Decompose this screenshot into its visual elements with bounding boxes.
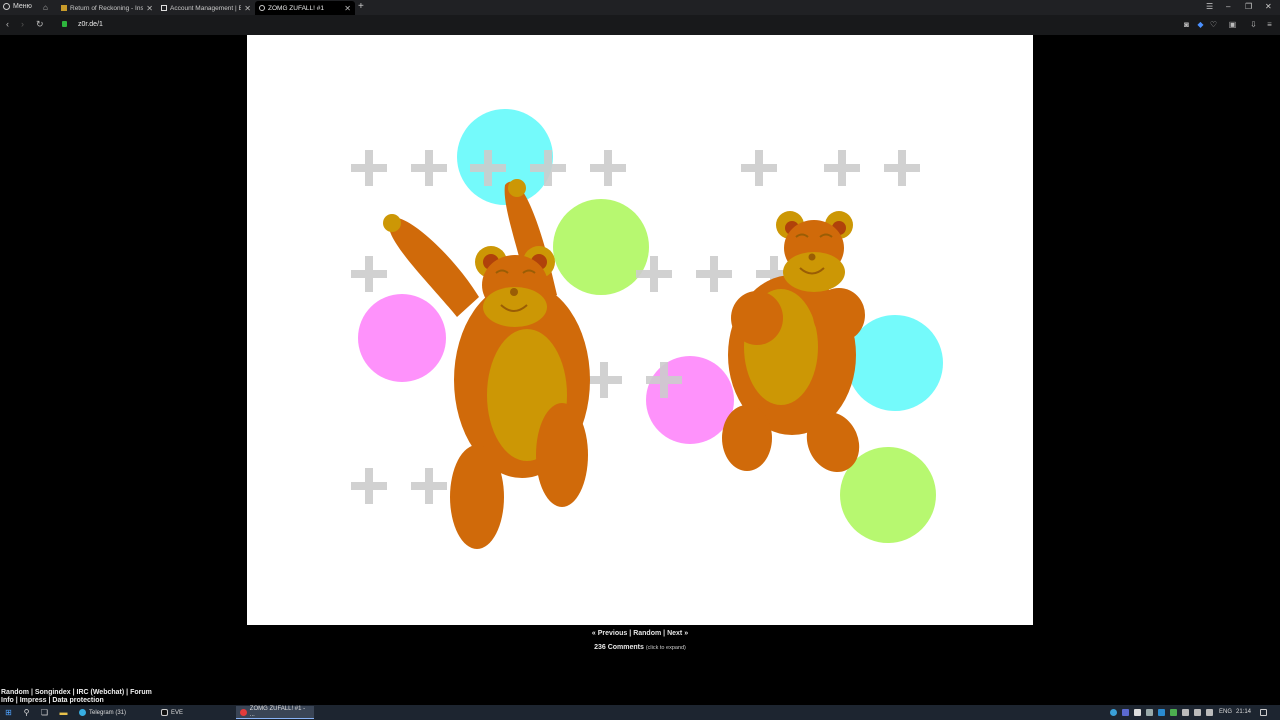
tab-return-of-reckoning[interactable]: Return of Reckoning - Insi ✕ xyxy=(57,1,157,15)
extension-icon[interactable]: ▣ xyxy=(1228,20,1237,29)
footer-irc-link[interactable]: IRC (Webchat) xyxy=(77,689,125,696)
task-view-icon[interactable]: ❏ xyxy=(40,708,49,717)
minimize-icon[interactable]: – xyxy=(1226,2,1230,11)
lock-icon xyxy=(62,21,67,27)
pagination: « Previous | Random | Next » xyxy=(0,630,1280,637)
tray-app-icon[interactable] xyxy=(1146,709,1153,716)
footer-songindex-link[interactable]: Songindex xyxy=(35,689,71,696)
vpn-shield-icon[interactable]: ◆ xyxy=(1196,20,1205,29)
reload-icon[interactable]: ↻ xyxy=(36,20,44,29)
address-bar: ‹ › ↻ z0r.de/1 ◙ ◆ ♡ ▣ ⇩ ≡ xyxy=(0,15,1280,35)
tray-app-icon[interactable] xyxy=(1182,709,1189,716)
taskbar-app-browser[interactable]: ZOMG ZUFALL! #1 - ... xyxy=(236,706,314,719)
telegram-icon xyxy=(79,709,86,716)
close-tab-icon[interactable]: ✕ xyxy=(344,4,351,13)
browser-menu-button[interactable]: Меню xyxy=(3,3,32,10)
tab-bar: Меню ⌂ Return of Reckoning - Insi ✕ Acco… xyxy=(0,0,1280,15)
taskbar-app-label: ZOMG ZUFALL! #1 - ... xyxy=(249,706,306,718)
previous-link[interactable]: « Previous xyxy=(592,630,627,637)
tab-favicon-icon xyxy=(61,5,67,11)
windows-start-icon[interactable]: ⊞ xyxy=(4,708,13,717)
tab-account-management[interactable]: Account Management | EV ✕ xyxy=(157,1,255,15)
tab-zomg-zufall[interactable]: ZOMG ZUFALL! #1 ✕ xyxy=(255,1,355,15)
camera-icon[interactable]: ◙ xyxy=(1182,20,1191,29)
cyan-circle xyxy=(847,315,943,411)
tab-menu-icon[interactable]: ☰ xyxy=(1206,2,1213,11)
windows-taskbar: ⊞ ⚲ ❏ ▬ Telegram (31) EVE ZOMG ZUFALL! #… xyxy=(0,705,1280,720)
footer-links: Random | Songindex | IRC (Webchat) | For… xyxy=(1,689,152,704)
forward-icon[interactable]: › xyxy=(21,20,24,29)
clock[interactable]: 21:14 xyxy=(1236,709,1251,715)
file-explorer-icon[interactable]: ▬ xyxy=(59,708,68,717)
gamepad-icon[interactable]: ⌂ xyxy=(43,3,48,12)
tab-title: Account Management | EV xyxy=(170,4,242,12)
footer-random-link[interactable]: Random xyxy=(1,689,29,696)
heart-icon[interactable]: ♡ xyxy=(1209,20,1218,29)
tab-favicon-icon xyxy=(161,5,167,11)
separator: | xyxy=(629,630,632,637)
taskbar-app-eve[interactable]: EVE xyxy=(157,706,235,719)
tray-app-icon[interactable] xyxy=(1122,709,1129,716)
back-icon[interactable]: ‹ xyxy=(6,20,9,29)
eve-icon xyxy=(161,709,168,716)
network-icon[interactable] xyxy=(1194,709,1201,716)
opera-logo-icon xyxy=(3,3,10,10)
restore-icon[interactable]: ❐ xyxy=(1245,2,1252,11)
comments-count[interactable]: 236 Comments xyxy=(594,644,644,651)
tray-app-icon[interactable] xyxy=(1134,709,1141,716)
tab-title: ZOMG ZUFALL! #1 xyxy=(268,4,324,12)
tray-app-icon[interactable] xyxy=(1170,709,1177,716)
animation-frame[interactable] xyxy=(247,35,1033,625)
taskbar-app-label: Telegram (31) xyxy=(89,709,127,716)
volume-icon[interactable] xyxy=(1206,709,1213,716)
tab-title: Return of Reckoning - Insi xyxy=(70,4,144,12)
tray-app-icon[interactable] xyxy=(1110,709,1117,716)
taskbar-app-label: EVE xyxy=(171,709,184,716)
download-icon[interactable]: ⇩ xyxy=(1249,20,1258,29)
footer-forum-link[interactable]: Forum xyxy=(130,689,152,696)
search-icon[interactable]: ⚲ xyxy=(22,708,31,717)
random-link[interactable]: Random xyxy=(633,630,661,637)
close-tab-icon[interactable]: ✕ xyxy=(244,4,251,13)
pink-circle xyxy=(646,356,734,444)
tab-favicon-icon xyxy=(259,5,265,11)
green-circle xyxy=(553,199,649,295)
language-indicator[interactable]: ENG xyxy=(1219,709,1232,715)
tray-app-icon[interactable] xyxy=(1158,709,1165,716)
footer-impress-link[interactable]: Impress xyxy=(20,697,47,704)
opera-icon xyxy=(240,708,247,716)
menu-label: Меню xyxy=(13,3,32,10)
easy-setup-icon[interactable]: ≡ xyxy=(1265,20,1274,29)
footer-info-link[interactable]: Info xyxy=(1,697,14,704)
close-tab-icon[interactable]: ✕ xyxy=(146,4,153,13)
url-field[interactable]: z0r.de/1 xyxy=(78,21,103,28)
animation-canvas xyxy=(351,109,943,549)
comments-hint: (click to expand) xyxy=(645,645,686,651)
footer-data-protection-link[interactable]: Data protection xyxy=(52,697,103,704)
separator: | xyxy=(663,630,666,637)
next-link[interactable]: Next » xyxy=(667,630,688,637)
new-tab-button[interactable]: + xyxy=(358,1,364,12)
right-bear xyxy=(722,211,865,473)
close-window-icon[interactable]: ✕ xyxy=(1265,2,1272,11)
comments-toggle[interactable]: 236 Comments (click to expand) xyxy=(0,644,1280,651)
pink-circle xyxy=(358,294,446,382)
notifications-icon[interactable] xyxy=(1260,709,1267,716)
taskbar-app-telegram[interactable]: Telegram (31) xyxy=(75,706,155,719)
